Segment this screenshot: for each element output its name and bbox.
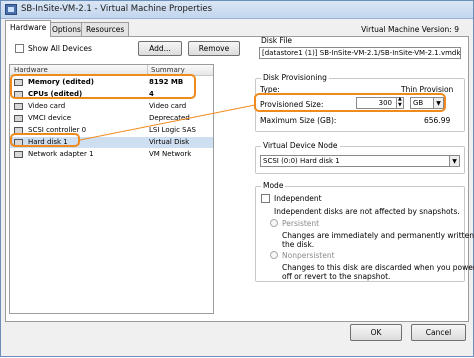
ok-button[interactable]: OK [350,324,402,341]
nonpersistent-desc-2: off or revert to the snapshot. [282,272,391,281]
provisioned-size-highlight [254,93,446,112]
mode-group: Mode Independent Independent disks are n… [255,181,474,282]
disk-file-group: Disk File [datastore1 (1)] SB-InSite-VM-… [257,36,463,62]
independent-desc: Independent disks are not affected by sn… [274,207,460,216]
nonpersistent-desc-1: Changes to this disk are discarded when … [282,263,474,272]
disk-file-field[interactable]: [datastore1 (1)] SB-InSite-VM-2.1/SB-InS… [259,47,461,59]
virtual-device-node-group: Virtual Device Node SCSI (0:0) Hard disk… [255,141,465,174]
mode-title: Mode [261,181,286,190]
disk-provisioning-title: Disk Provisioning [261,73,329,82]
nonpersistent-label: Nonpersistent [282,251,335,260]
cancel-button[interactable]: Cancel [411,324,466,341]
persistent-radio[interactable] [270,219,278,227]
max-size-label: Maximum Size (GB): [260,116,337,125]
persistent-desc-1: Changes are immediately and permanently … [282,231,474,240]
callout-line [79,104,256,141]
persistent-label: Persistent [282,219,320,228]
chevron-down-icon: ▼ [449,156,459,166]
persistent-desc-2: the disk. [282,240,315,249]
max-size-value: 656.99 [424,116,451,125]
properties-window: SB-InSite-VM-2.1 - Virtual Machine Prope… [0,0,474,357]
device-node-select[interactable]: SCSI (0:0) Hard disk 1 ▼ [260,155,460,167]
virtual-device-node-title: Virtual Device Node [261,141,340,150]
disk-file-title: Disk File [261,36,293,45]
independent-label: Independent [274,194,322,203]
device-node-value: SCSI (0:0) Hard disk 1 [263,157,340,165]
nonpersistent-radio[interactable] [270,251,278,259]
tab-hardware[interactable]: Hardware [5,20,52,37]
independent-checkbox[interactable] [261,194,270,203]
